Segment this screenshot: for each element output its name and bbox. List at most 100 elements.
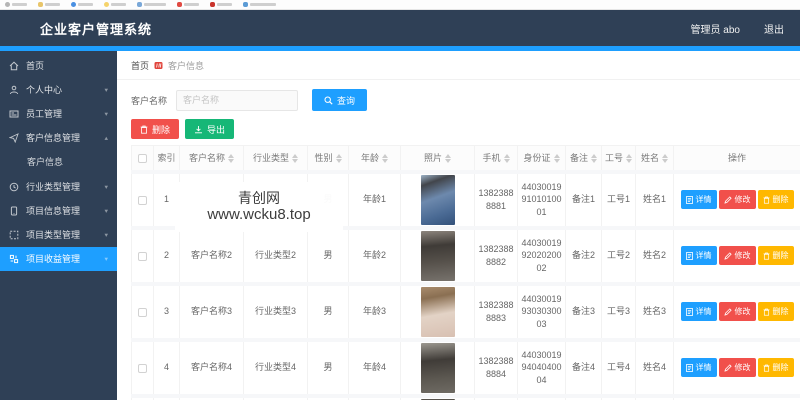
cell-phone: 13823888882 xyxy=(474,227,518,286)
sort-icons[interactable] xyxy=(335,153,342,163)
cell-industry: 行业类型3 xyxy=(243,283,308,342)
cell-gender: 男 xyxy=(307,339,349,398)
sidebar-item-label: 行业类型管理 xyxy=(26,181,81,192)
bookmark-item[interactable] xyxy=(210,2,232,7)
edit-label: 修改 xyxy=(734,195,751,204)
edit-button[interactable]: 修改 xyxy=(718,358,756,377)
col-header-age: 年龄 xyxy=(360,152,379,163)
cell-real-name: 姓名2 xyxy=(635,227,674,286)
delete-button[interactable]: 删除 xyxy=(757,358,794,377)
bookmark-item[interactable] xyxy=(5,2,27,7)
customer-photo[interactable] xyxy=(420,174,455,225)
bookmark-item[interactable] xyxy=(71,2,93,7)
sort-icons[interactable] xyxy=(553,153,560,163)
app-header: 企业客户管理系统 管理员 abo 退出 xyxy=(0,10,800,46)
sort-icons[interactable] xyxy=(626,153,632,163)
detail-button[interactable]: 详情 xyxy=(680,358,717,377)
sidebar-item-customer-info-mgmt[interactable]: 客户信息管理 ▴ xyxy=(0,126,117,150)
table-row: 2 客户名称2 行业类型2 男 年龄2 13823888882 44030019… xyxy=(131,227,800,286)
cell-note: 备注1 xyxy=(565,171,602,230)
bookmark-item[interactable] xyxy=(243,2,276,7)
batch-delete-label: 删除 xyxy=(152,124,171,135)
sidebar-item-project-type-mgmt[interactable]: 项目类型管理 ▾ xyxy=(0,223,117,247)
cell-job-no: 工号3 xyxy=(601,283,636,342)
sidebar-item-industry-type-mgmt[interactable]: 行业类型管理 ▾ xyxy=(0,175,117,199)
watermark-line2: www.wcku8.top xyxy=(207,206,311,224)
customer-name-input[interactable] xyxy=(176,89,299,111)
pencil-icon xyxy=(723,363,732,372)
select-all-checkbox[interactable] xyxy=(138,153,147,163)
cell-gender: 男 xyxy=(307,283,349,342)
delete-button[interactable]: 删除 xyxy=(757,302,794,321)
batch-delete-button[interactable]: 删除 xyxy=(131,119,180,139)
sort-icons[interactable] xyxy=(503,153,510,163)
sort-icons[interactable] xyxy=(382,153,388,163)
detail-button[interactable]: 详情 xyxy=(680,302,717,321)
detail-button[interactable]: 详情 xyxy=(680,246,717,265)
sort-icons[interactable] xyxy=(445,153,451,163)
sidebar-item-personal-center[interactable]: 个人中心 ▾ xyxy=(0,78,117,102)
cell-note: 备注2 xyxy=(565,227,602,286)
search-form: 客户名称 查询 xyxy=(117,80,800,111)
sidebar-item-project-revenue-mgmt[interactable]: 项目收益管理 ▾ xyxy=(0,247,117,271)
bookmark-item[interactable] xyxy=(104,2,126,7)
cell-real-name xyxy=(635,395,674,400)
trash-icon xyxy=(763,308,769,316)
sidebar-item-label: 客户信息 xyxy=(27,157,64,167)
bookmark-item[interactable] xyxy=(38,2,60,7)
customer-table: 索引 客户名称 行业类型 性别 年龄 照片 手机 身份证 备注 工号 姓名 操作 xyxy=(131,145,800,400)
sidebar-item-home[interactable]: 首页 xyxy=(0,54,117,78)
bookmark-icon xyxy=(210,2,215,7)
detail-button[interactable]: 详情 xyxy=(680,190,717,209)
delete-button[interactable]: 删除 xyxy=(757,246,794,265)
cell-phone xyxy=(474,395,518,400)
sidebar-item-project-info-mgmt[interactable]: 项目信息管理 ▾ xyxy=(0,199,117,223)
cell-index: 4 xyxy=(153,339,180,398)
sidebar-nav: 首页 个人中心 ▾ 员工管理 ▾ 客户信息管理 ▴ 客户信息 行业类型管理 ▾ … xyxy=(0,51,117,400)
sidebar-item-customer-info[interactable]: 客户信息 xyxy=(0,150,117,175)
edit-button[interactable]: 修改 xyxy=(718,246,756,265)
col-header-note: 备注 xyxy=(569,152,588,163)
bookmark-icon xyxy=(243,2,248,7)
sort-icons[interactable] xyxy=(591,153,597,163)
sidebar-item-label: 员工管理 xyxy=(26,108,63,119)
sort-icons[interactable] xyxy=(228,153,234,163)
bookmark-label xyxy=(12,3,27,6)
delete-button[interactable]: 删除 xyxy=(757,190,794,209)
sidebar-item-label: 个人中心 xyxy=(26,84,63,95)
customer-photo[interactable] xyxy=(420,230,455,281)
delete-label: 删除 xyxy=(772,195,789,204)
row-checkbox[interactable] xyxy=(138,251,147,261)
row-checkbox[interactable] xyxy=(138,195,147,205)
cell-customer-name: 客户名称4 xyxy=(179,339,244,398)
edit-button[interactable]: 修改 xyxy=(718,302,756,321)
search-field-label: 客户名称 xyxy=(131,95,168,106)
bookmark-item[interactable] xyxy=(177,2,199,7)
cell-age: 年龄3 xyxy=(348,283,401,342)
sort-icons[interactable] xyxy=(662,153,668,163)
app-title: 企业客户管理系统 xyxy=(40,21,153,37)
cell-note: 备注4 xyxy=(565,339,602,398)
col-header-gender: 性别 xyxy=(314,152,333,163)
bookmark-item[interactable] xyxy=(137,2,166,7)
edit-button[interactable]: 修改 xyxy=(718,190,756,209)
folder-icon xyxy=(38,2,43,7)
customer-photo[interactable] xyxy=(420,286,455,337)
col-header-real-name: 姓名 xyxy=(640,152,659,163)
customer-photo[interactable] xyxy=(420,342,455,393)
cell-industry: 行业类型2 xyxy=(243,227,308,286)
row-checkbox[interactable] xyxy=(138,363,147,373)
tablet-icon xyxy=(9,206,20,216)
row-checkbox[interactable] xyxy=(138,307,147,317)
breadcrumb-home[interactable]: 首页 xyxy=(131,59,149,72)
logout-link[interactable]: 退出 xyxy=(764,21,784,36)
chevron-down-icon: ▾ xyxy=(104,183,108,191)
col-header-customer-name: 客户名称 xyxy=(188,152,225,163)
current-user[interactable]: 管理员 abo xyxy=(691,21,740,36)
document-icon xyxy=(685,251,693,260)
sort-icons[interactable] xyxy=(292,153,298,163)
cell-gender: 男 xyxy=(307,227,349,286)
export-button[interactable]: 导出 xyxy=(185,119,235,139)
query-button[interactable]: 查询 xyxy=(312,89,368,111)
sidebar-item-employee-mgmt[interactable]: 员工管理 ▾ xyxy=(0,102,117,126)
